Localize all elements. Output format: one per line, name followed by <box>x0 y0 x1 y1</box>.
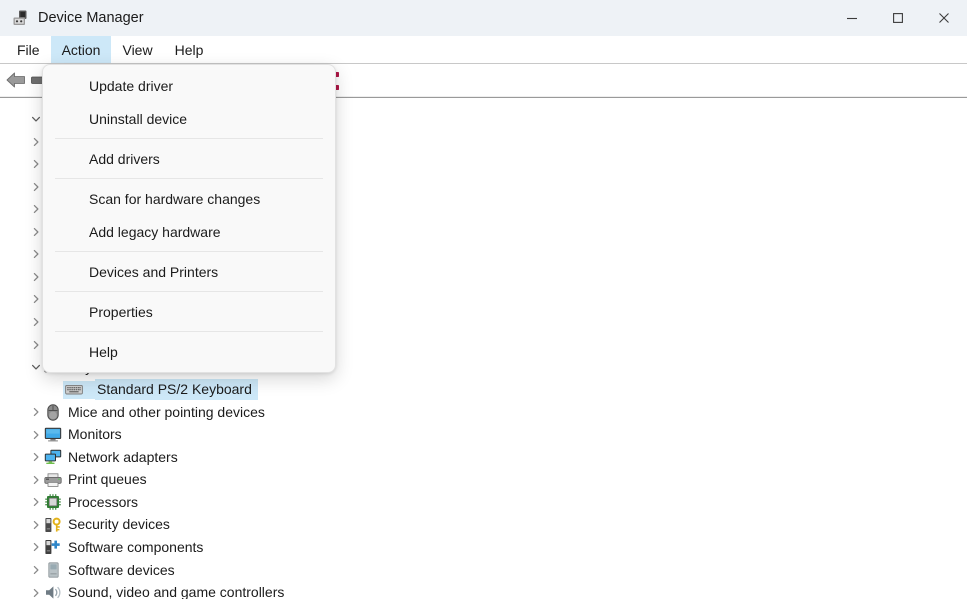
tree-row-occluded[interactable] <box>0 288 44 310</box>
tree-row-occluded[interactable] <box>0 221 44 243</box>
menu-separator <box>55 178 323 179</box>
chevron-right-icon[interactable] <box>28 536 44 558</box>
maximize-button[interactable] <box>875 0 921 36</box>
menu-item-uninstall-device[interactable]: Uninstall device <box>43 102 335 135</box>
tree-row-occluded[interactable] <box>0 311 44 333</box>
tree-row-occluded[interactable] <box>0 153 44 175</box>
tree-row-occluded[interactable] <box>0 176 44 198</box>
tree-row[interactable]: Standard PS/2 Keyboard <box>0 379 258 401</box>
close-button[interactable] <box>921 0 967 36</box>
menu-separator <box>55 251 323 252</box>
menu-bar: File Action View Help <box>0 36 967 64</box>
chevron-right-icon[interactable] <box>28 401 44 423</box>
chevron-right-icon[interactable] <box>28 424 44 446</box>
menu-item-update-driver[interactable]: Update driver <box>43 69 335 102</box>
menubar-item-action[interactable]: Action <box>50 36 112 64</box>
back-arrow-icon[interactable] <box>4 69 28 91</box>
chevron-right-icon[interactable] <box>28 582 44 599</box>
security-device-icon <box>44 516 62 534</box>
action-menu-dropdown[interactable]: Update driver Uninstall device Add drivers… <box>42 64 336 373</box>
menubar-item-help[interactable]: Help <box>164 36 215 64</box>
tree-row-occluded[interactable] <box>0 334 44 356</box>
menu-item-scan-for-hardware-changes[interactable]: Scan for hardware changes <box>43 182 335 215</box>
mouse-icon <box>44 403 62 421</box>
tree-row[interactable]: Network adapters <box>0 446 182 468</box>
tree-row[interactable]: Monitors <box>0 424 126 446</box>
chevron-right-icon[interactable] <box>28 469 44 491</box>
title-bar: Device Manager <box>0 0 967 36</box>
menu-item-properties[interactable]: Properties <box>43 295 335 328</box>
tree-item-label: Software devices <box>68 561 175 578</box>
tree-row-occluded[interactable] <box>0 131 44 153</box>
device-manager-icon <box>12 9 30 27</box>
tree-item-label: Security devices <box>68 516 170 533</box>
chevron-right-icon[interactable] <box>28 446 44 468</box>
tree-row[interactable]: Security devices <box>0 514 174 536</box>
tree-row[interactable]: Mice and other pointing devices <box>0 401 269 423</box>
tree-row[interactable]: Print queues <box>0 469 151 491</box>
menu-item-add-legacy-hardware[interactable]: Add legacy hardware <box>43 215 335 248</box>
processor-icon <box>44 493 62 511</box>
menu-item-help[interactable]: Help <box>43 335 335 368</box>
window-title: Device Manager <box>38 10 144 26</box>
menubar-item-file[interactable]: File <box>6 36 51 64</box>
tree-row-occluded[interactable] <box>0 266 44 288</box>
tree-row[interactable]: Processors <box>0 491 142 513</box>
device-manager-window: Device Manager File Action View Help Sta… <box>0 0 967 599</box>
menu-separator <box>55 138 323 139</box>
network-adapter-icon <box>44 448 62 466</box>
tree-item-label: Mice and other pointing devices <box>68 403 265 420</box>
monitor-icon <box>44 426 62 444</box>
tree-item-label: Software components <box>68 538 204 555</box>
menu-separator <box>55 331 323 332</box>
tree-item-label: Processors <box>68 493 139 510</box>
software-component-icon <box>44 538 62 556</box>
tree-item-label: Sound, video and game controllers <box>68 584 285 599</box>
tree-row[interactable]: Sound, video and game controllers <box>0 582 288 599</box>
printer-icon <box>44 471 62 489</box>
tree-item-label: Standard PS/2 Keyboard <box>95 379 258 401</box>
menubar-item-view[interactable]: View <box>111 36 163 64</box>
window-controls <box>829 0 967 36</box>
sound-controller-icon <box>44 584 62 599</box>
menu-item-add-drivers[interactable]: Add drivers <box>43 142 335 175</box>
menu-separator <box>55 291 323 292</box>
tree-row-occluded[interactable] <box>0 198 44 220</box>
tree-row[interactable]: Software components <box>0 536 207 558</box>
chevron-right-icon[interactable] <box>28 559 44 581</box>
menu-item-devices-and-printers[interactable]: Devices and Printers <box>43 255 335 288</box>
chevron-right-icon[interactable] <box>28 491 44 513</box>
keyboard-icon <box>63 380 95 399</box>
tree-row[interactable]: Software devices <box>0 559 179 581</box>
tree-item-label: Network adapters <box>68 448 178 465</box>
minimize-button[interactable] <box>829 0 875 36</box>
tree-item-label: Print queues <box>68 471 147 488</box>
tree-row-occluded[interactable] <box>0 243 44 265</box>
chevron-right-icon[interactable] <box>28 514 44 536</box>
tree-item-label: Monitors <box>68 426 122 443</box>
software-device-icon <box>44 561 62 579</box>
